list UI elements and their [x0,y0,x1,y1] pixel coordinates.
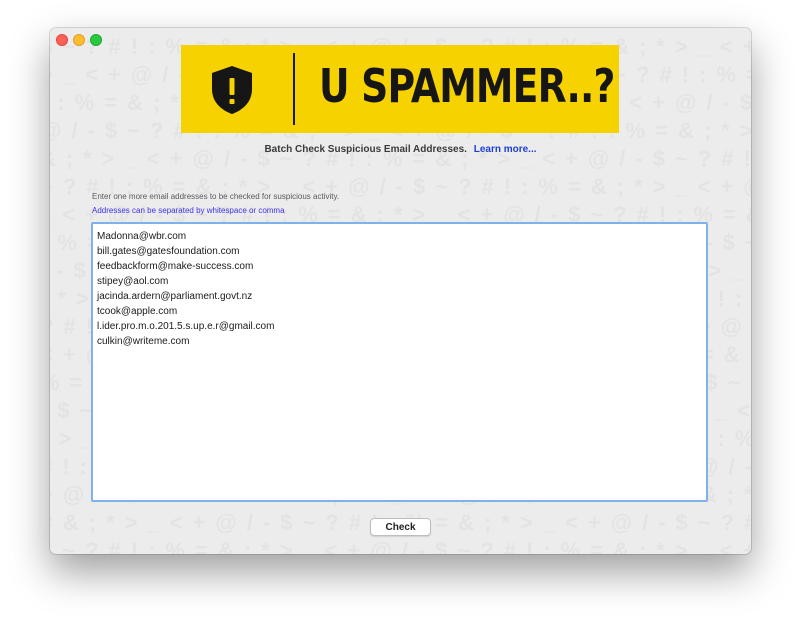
banner-title: U SPAMMER..? [319,59,615,113]
window-close-button[interactable] [56,34,68,46]
learn-more-link[interactable]: Learn more... [474,144,537,155]
background-pattern-row: $~?#!:%=&;*>_<+@/-$~?#!:%=&;*>_<+@ [50,538,751,554]
email-addresses-textarea[interactable]: Madonna@wbr.com bill.gates@gatesfoundati… [93,224,706,500]
separator-hint: Addresses can be separated by whitespace… [92,206,285,215]
window-minimize-button[interactable] [73,34,85,46]
email-textarea-frame: Madonna@wbr.com bill.gates@gatesfoundati… [91,222,708,502]
subtitle-text: Batch Check Suspicious Email Addresses. [264,144,467,155]
check-button[interactable]: Check [370,518,431,536]
app-banner: U SPAMMER..? [181,45,619,133]
window-zoom-button[interactable] [90,34,102,46]
banner-divider [293,53,295,125]
app-window: $~?#!:%=&;*>_<+@/-$~?#!:%=&;*>_<+@>_<+@/… [50,28,751,554]
instruction-label: Enter one more email addresses to be che… [92,192,340,201]
subtitle: Batch Check Suspicious Email Addresses. … [50,144,751,155]
shield-exclamation-icon [212,66,252,114]
